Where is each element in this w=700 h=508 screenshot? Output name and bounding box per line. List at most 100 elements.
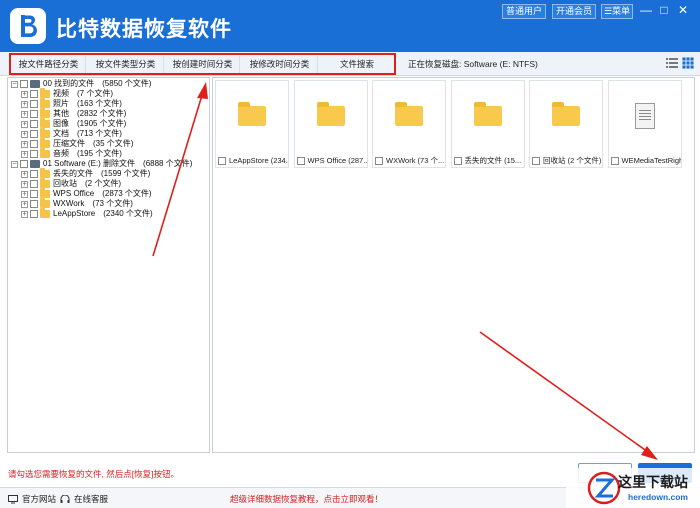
tree-checkbox[interactable]	[30, 90, 38, 98]
tree-checkbox[interactable]	[30, 200, 38, 208]
tree-item-count: (163 个文件)	[77, 99, 122, 108]
tree-item[interactable]: + 压缩文件 (35 个文件)	[21, 138, 133, 149]
file-thumbnail	[452, 81, 524, 151]
official-website-link[interactable]: 官方网站	[8, 493, 56, 505]
expand-icon[interactable]: +	[21, 130, 28, 138]
maximize-button[interactable]: □	[656, 2, 672, 18]
expand-icon[interactable]: +	[21, 140, 28, 148]
tree-item-count: (7 个文件)	[77, 89, 113, 98]
monitor-icon	[8, 494, 18, 503]
tree-checkbox[interactable]	[30, 180, 38, 188]
folder-icon	[473, 102, 502, 126]
expand-icon[interactable]: +	[21, 110, 28, 118]
tree-item-count: (1599 个文件)	[101, 169, 151, 178]
file-checkbox[interactable]	[453, 156, 462, 165]
menu-button[interactable]: ☰菜单	[601, 4, 633, 19]
expand-icon[interactable]: +	[21, 150, 28, 158]
tree-item-name: 图像	[53, 119, 69, 128]
tree-item-count: (195 个文件)	[77, 149, 122, 158]
tree-item-name: 文档	[53, 129, 69, 138]
tree-item-name: 01 Software (E:) 删除文件	[43, 159, 136, 168]
tree-item-name: 音频	[53, 149, 69, 158]
online-support-link[interactable]: 在线客服	[60, 493, 108, 505]
folder-icon	[40, 208, 50, 218]
tree-checkbox[interactable]	[30, 130, 38, 138]
file-name: 丢失的文件 (15...	[464, 156, 522, 165]
tree-item[interactable]: + 其他 (2832 个文件)	[21, 108, 126, 119]
tree-item-count: (713 个文件)	[77, 129, 122, 138]
folder-icon	[40, 88, 50, 98]
file-tile[interactable]: LeAppStore (234...	[215, 80, 289, 168]
tree-item-name: 00 找到的文件	[43, 79, 95, 88]
file-tile[interactable]: 回收站 (2 个文件)	[529, 80, 603, 168]
online-support-label: 在线客服	[74, 494, 109, 504]
expand-icon[interactable]: +	[21, 210, 28, 218]
grid-view-icon[interactable]	[682, 57, 694, 69]
file-checkbox[interactable]	[610, 156, 619, 165]
tree-item-name: WXWork	[53, 199, 85, 208]
tree-item[interactable]: − 00 找到的文件 (5850 个文件)	[11, 79, 151, 89]
tree-item-name: 回收站	[53, 179, 77, 188]
file-caption: LeAppStore (234...	[218, 155, 288, 166]
tree-item[interactable]: + 文档 (713 个文件)	[21, 128, 122, 139]
tree-checkbox[interactable]	[30, 100, 38, 108]
folder-icon	[552, 102, 580, 126]
expand-icon[interactable]: +	[21, 200, 28, 208]
tree-item-count: (6888 个文件)	[143, 159, 193, 168]
expand-icon[interactable]: +	[21, 190, 28, 198]
collapse-icon[interactable]: −	[11, 80, 18, 88]
tree-item-count: (2873 个文件)	[102, 189, 152, 198]
expand-icon[interactable]: +	[21, 180, 28, 188]
tree-item-name: 压缩文件	[53, 139, 85, 148]
file-tile[interactable]: WEMediaTestRigh...	[607, 80, 682, 168]
tree-item[interactable]: + 回收站 (2 个文件)	[21, 178, 121, 189]
tree-checkbox[interactable]	[20, 80, 28, 88]
expand-icon[interactable]: +	[21, 100, 28, 108]
expand-icon[interactable]: +	[21, 120, 28, 128]
file-checkbox[interactable]	[218, 156, 226, 165]
minimize-button[interactable]: —	[638, 2, 654, 18]
open-vip-button[interactable]: 开通会员	[552, 4, 596, 19]
tree-item[interactable]: + LeAppStore (2340 个文件)	[21, 208, 153, 219]
tree-item[interactable]: + WXWork (73 个文件)	[21, 198, 133, 209]
tree-item[interactable]: + 音频 (195 个文件)	[21, 148, 122, 159]
tree-item[interactable]: + 视频 (7 个文件)	[21, 88, 113, 99]
expand-icon[interactable]: +	[21, 90, 28, 98]
tree-checkbox[interactable]	[30, 140, 38, 148]
file-checkbox[interactable]	[296, 156, 305, 165]
tree-item-name: LeAppStore	[53, 209, 96, 218]
normal-user-button[interactable]: 普通用户	[502, 4, 546, 19]
folder-icon	[40, 198, 50, 208]
tree-item[interactable]: + 照片 (163 个文件)	[21, 98, 122, 109]
file-caption: 丢失的文件 (15...	[453, 155, 524, 166]
folder-icon	[316, 102, 345, 126]
document-icon	[634, 103, 655, 129]
tree-item-count: (1905 个文件)	[77, 119, 127, 128]
file-name: LeAppStore (234...	[229, 156, 288, 165]
tabs-highlight-box	[9, 53, 396, 75]
tree-checkbox[interactable]	[30, 120, 38, 128]
tree-checkbox[interactable]	[30, 110, 38, 118]
menu-label: 菜单	[612, 6, 631, 16]
tree-item[interactable]: + 图像 (1905 个文件)	[21, 118, 127, 129]
tree-checkbox[interactable]	[30, 210, 38, 218]
file-tile[interactable]: WPS Office (287...	[293, 80, 368, 168]
tree-item[interactable]: − 01 Software (E:) 删除文件 (6888 个文件)	[11, 159, 192, 169]
expand-icon[interactable]: +	[21, 170, 28, 178]
app-title: 比特数据恢复软件	[56, 18, 232, 41]
tree-checkbox[interactable]	[20, 160, 28, 168]
list-view-icon[interactable]	[666, 57, 678, 69]
close-button[interactable]: ✕	[675, 2, 691, 18]
tree-checkbox[interactable]	[30, 190, 38, 198]
tutorial-link[interactable]: 超级详细数据恢复教程，点击立即观看！	[230, 493, 383, 505]
file-checkbox[interactable]	[375, 156, 383, 165]
file-caption: 回收站 (2 个文件)	[532, 155, 602, 166]
collapse-icon[interactable]: −	[11, 160, 18, 168]
file-tile[interactable]: 丢失的文件 (15...	[450, 80, 525, 168]
tree-item-count: (73 个文件)	[92, 199, 133, 208]
tree-checkbox[interactable]	[30, 150, 38, 158]
file-checkbox[interactable]	[532, 156, 540, 165]
file-tile[interactable]: WXWork (73 个...	[372, 80, 446, 168]
menu-icon: ☰	[603, 6, 613, 16]
tree-checkbox[interactable]	[30, 170, 38, 178]
